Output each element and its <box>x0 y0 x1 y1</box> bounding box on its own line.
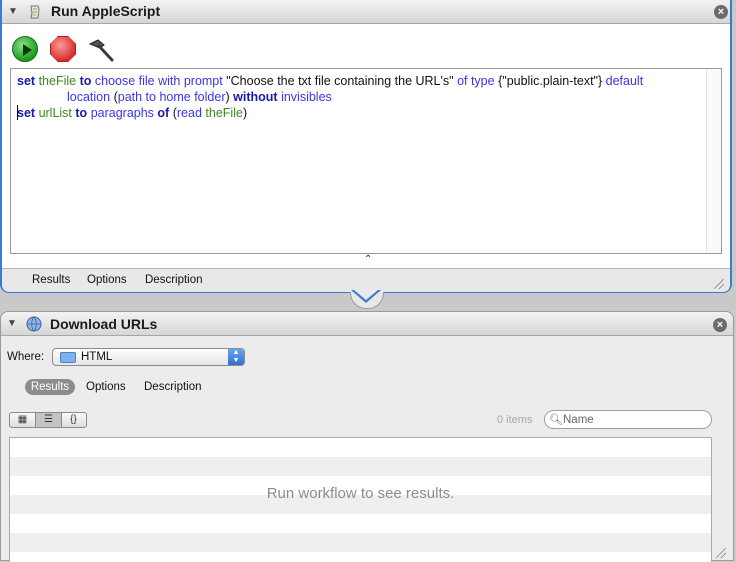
close-icon[interactable]: × <box>713 318 727 332</box>
action-titlebar[interactable]: ▼ Download URLs × <box>1 312 733 336</box>
script-line: location (path to home folder) without i… <box>67 89 332 105</box>
disclosure-triangle-icon[interactable]: ▼ <box>8 6 18 17</box>
run-script-button[interactable] <box>12 36 38 62</box>
where-value: HTML <box>81 351 113 363</box>
list-view-icon[interactable]: ☰ <box>35 413 62 427</box>
where-label: Where: <box>7 351 45 363</box>
action-titlebar[interactable]: ▼ Run AppleScript × <box>2 0 730 24</box>
tab-description[interactable]: Description <box>144 381 202 393</box>
command-token: home folder <box>159 90 226 104</box>
command-token: with prompt <box>158 74 223 88</box>
script-line: set urlList to paragraphs of (read theFi… <box>17 105 247 121</box>
command-token: default <box>605 74 644 88</box>
items-count: 0 items <box>497 414 533 426</box>
search-field[interactable]: 🔍︎ <box>544 410 712 429</box>
command-token: path to <box>117 90 156 104</box>
where-popup[interactable]: HTML ▲ ▼ <box>52 348 245 366</box>
command-token: choose file <box>94 74 155 88</box>
action-title: Run AppleScript <box>51 3 161 19</box>
text-cursor <box>17 105 18 120</box>
search-icon: 🔍︎ <box>549 414 563 426</box>
resize-grip-icon[interactable] <box>716 548 726 558</box>
stop-script-button[interactable] <box>50 36 76 62</box>
keyword-token: set <box>17 74 36 88</box>
globe-icon <box>26 316 42 332</box>
compile-button[interactable] <box>86 36 116 64</box>
command-token: invisibles <box>281 90 332 104</box>
command-token: paragraphs <box>90 106 154 120</box>
hammer-icon <box>88 39 114 62</box>
variable-token: theFile <box>38 74 77 88</box>
run-applescript-action: ▼ Run AppleScript × set theFile to choos… <box>0 0 732 293</box>
script-editor[interactable]: set theFile to choose file with prompt "… <box>10 68 722 254</box>
keyword-token: to <box>79 74 92 88</box>
resize-grip-icon[interactable] <box>714 279 724 289</box>
popup-arrows-icon: ▲ ▼ <box>228 349 244 365</box>
paren-token: ) <box>225 90 230 104</box>
disclosure-triangle-icon[interactable]: ▼ <box>7 318 17 329</box>
script-line: set theFile to choose file with prompt "… <box>17 73 643 89</box>
connector-arrow-inner <box>354 290 378 300</box>
keyword-token: of <box>157 106 170 120</box>
close-icon[interactable]: × <box>714 5 728 19</box>
view-mode-selector[interactable]: ▦ ☰ {} <box>9 412 87 428</box>
command-token: of type <box>457 74 495 88</box>
variable-token: theFile <box>205 106 243 120</box>
command-token: location <box>67 90 111 104</box>
empty-results-message: Run workflow to see results. <box>266 485 455 502</box>
split-handle-icon[interactable]: ⌃ <box>364 254 372 265</box>
code-view-icon[interactable]: {} <box>61 413 86 427</box>
variable-token: urlList <box>38 106 72 120</box>
tab-results[interactable]: Results <box>32 274 70 286</box>
action-bottom-bar: Results Options Description <box>2 268 730 292</box>
tab-results[interactable]: Results <box>25 379 75 395</box>
tab-options[interactable]: Options <box>86 381 126 393</box>
folder-icon <box>60 352 76 363</box>
string-token: {"public.plain-text"} <box>498 74 603 88</box>
tab-options[interactable]: Options <box>87 274 127 286</box>
download-urls-action: ▼ Download URLs × Where: HTML ▲ ▼ Results… <box>0 311 734 562</box>
command-token: read <box>176 106 202 120</box>
script-scrollbar[interactable] <box>706 69 721 253</box>
paren-token: ) <box>242 106 248 120</box>
script-icon <box>27 4 43 20</box>
string-token: "Choose the txt file containing the URL'… <box>226 74 454 88</box>
keyword-token: to <box>75 106 88 120</box>
keyword-token: set <box>17 106 36 120</box>
keyword-token: without <box>233 90 278 104</box>
search-input[interactable] <box>563 412 703 427</box>
results-list: Run workflow to see results. <box>9 437 712 562</box>
tab-description[interactable]: Description <box>145 274 203 286</box>
icon-view-icon[interactable]: ▦ <box>10 413 35 427</box>
action-title: Download URLs <box>50 316 158 332</box>
